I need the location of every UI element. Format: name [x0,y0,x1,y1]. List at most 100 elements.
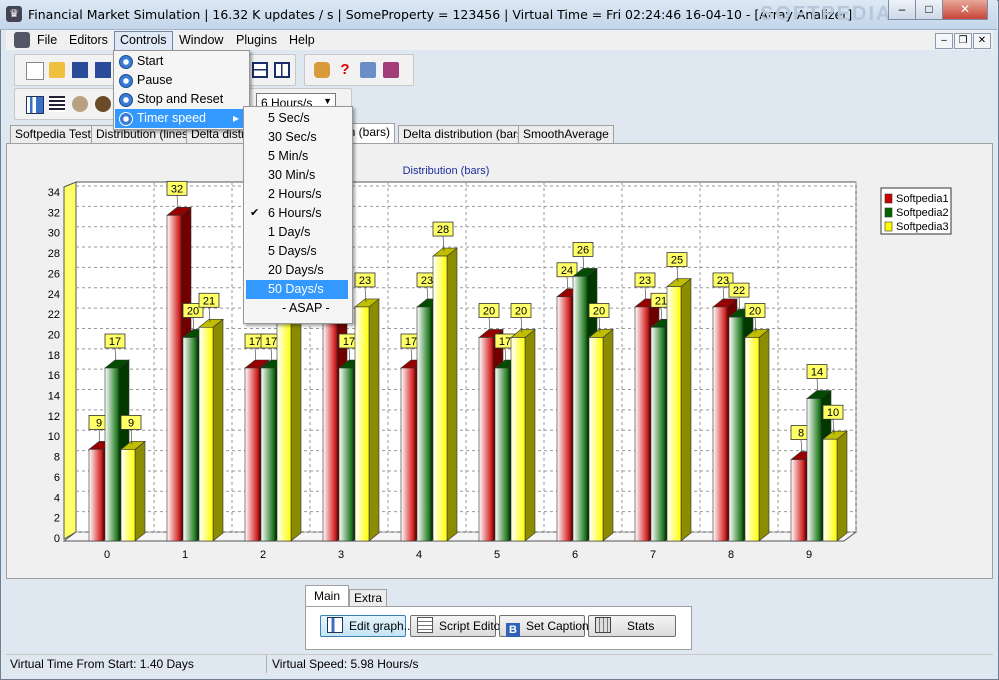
bar-side [602,328,614,542]
menu-stop-and-reset[interactable]: Stop and Reset [137,92,223,106]
bar [276,306,292,542]
x-tick-label: 2 [260,549,266,561]
bar [260,367,276,542]
list-view-icon[interactable] [49,96,65,112]
menu-pause[interactable]: Pause [137,73,172,87]
timer-speed-item[interactable]: - ASAP - [246,299,348,318]
y-tick-label: 24 [48,289,60,301]
timer-speed-item[interactable]: 5 Sec/s [246,109,348,128]
bar [120,449,136,542]
bar-side [758,328,770,542]
bottom-tab-extra[interactable]: Extra [349,589,387,607]
bar [572,276,588,542]
timer-speed-item[interactable]: 5 Min/s [246,147,348,166]
tab-softpedia-test[interactable]: Softpedia Test [10,125,96,143]
tile-vertical-icon[interactable] [274,62,290,78]
bar [338,367,354,542]
menu-editors[interactable]: Editors [64,31,113,49]
y-tick-label: 0 [54,533,60,545]
legend-label: Softpedia2 [896,207,949,219]
bar [728,316,744,542]
script-icon [417,617,433,633]
data-label: 28 [437,224,449,236]
menu-help[interactable]: Help [284,31,320,49]
set-caption-button[interactable]: B Set Caption [499,615,589,637]
legend-label: Softpedia1 [896,193,949,205]
legend-swatch [884,221,893,232]
bottom-tab-main[interactable]: Main [305,585,349,608]
new-file-icon[interactable] [26,62,44,80]
edit-graph-label: Edit graph... [349,619,414,633]
stats-button[interactable]: Stats [588,615,676,637]
save-all-icon[interactable] [95,62,111,78]
data-label: 23 [421,275,433,287]
bar [556,296,572,542]
help-icon[interactable]: ? [337,62,353,78]
bar [432,255,448,542]
person-icon[interactable] [95,96,111,112]
timer-speed-item[interactable]: 50 Days/s [246,280,348,299]
timer-speed-item[interactable]: 20 Days/s [246,261,348,280]
menu-window[interactable]: Window [174,31,228,49]
data-label: 14 [811,367,823,379]
hand-icon[interactable] [314,62,330,78]
x-tick-label: 9 [806,549,812,561]
x-tick-label: 0 [104,549,110,561]
bar [790,459,806,542]
tile-horizontal-icon[interactable] [252,62,268,78]
data-label: 17 [405,336,417,348]
mdi-close-button[interactable]: ✕ [973,33,991,49]
tab-smooth-average[interactable]: SmoothAverage [518,125,614,143]
chart-title: Distribution (bars) [403,165,490,177]
data-label: 17 [265,336,277,348]
bar [634,306,650,542]
mdi-minimize-button[interactable]: – [935,33,953,49]
x-tick-label: 6 [572,549,578,561]
y-tick-label: 20 [48,329,60,341]
bar [744,337,760,542]
bar-side [524,328,536,542]
mdi-child-icon[interactable] [14,32,30,48]
bar [182,337,198,542]
maximize-button[interactable]: □ [915,0,943,20]
timer-speed-item[interactable]: 5 Days/s [246,242,348,261]
book-icon[interactable] [360,62,376,78]
bar-side [680,277,692,542]
distribution-bar-chart[interactable]: 02468101214161820222426283032340 1 2 3 4 5 6 7 8… [6,144,991,578]
people-icon[interactable] [72,96,88,112]
bar [244,367,260,542]
menu-timer-speed[interactable]: Timer speed [137,111,206,125]
close-button[interactable]: ✕ [942,0,988,20]
script-editor-label: Script Editor [439,619,505,633]
menu-plugins[interactable]: Plugins [231,31,282,49]
chart-view-icon[interactable] [26,96,44,114]
data-label: 32 [171,183,183,195]
script-editor-button[interactable]: Script Editor [410,615,504,637]
menu-start[interactable]: Start [137,54,163,68]
timer-speed-item[interactable]: 30 Sec/s [246,128,348,147]
tab-delta-distribution-bars[interactable]: Delta distribution (bars) [398,125,533,143]
mdi-restore-button[interactable]: ❐ [954,33,972,49]
data-label: 17 [499,336,511,348]
submenu-arrow-icon: ▸ [233,111,240,125]
timer-speed-item[interactable]: 6 Hours/s [246,204,348,223]
data-label: 20 [593,305,605,317]
y-tick-label: 26 [48,268,60,280]
edit-graph-button[interactable]: Edit graph... [320,615,414,637]
open-folder-icon[interactable] [49,62,65,78]
stop-reset-icon [119,93,133,107]
save-icon[interactable] [72,62,88,78]
menu-controls[interactable]: Controls [114,31,173,51]
legend-swatch [884,207,893,218]
minimize-button[interactable]: – [888,0,916,20]
books-icon[interactable] [383,62,399,78]
timer-speed-item[interactable]: 1 Day/s [246,223,348,242]
y-tick-label: 2 [54,513,60,525]
data-label: 21 [203,295,215,307]
y-tick-label: 16 [48,370,60,382]
chart-icon [327,617,343,633]
timer-speed-item[interactable]: 2 Hours/s [246,185,348,204]
x-tick-label: 7 [650,549,656,561]
timer-speed-item[interactable]: 30 Min/s [246,166,348,185]
menu-file[interactable]: File [32,31,62,49]
